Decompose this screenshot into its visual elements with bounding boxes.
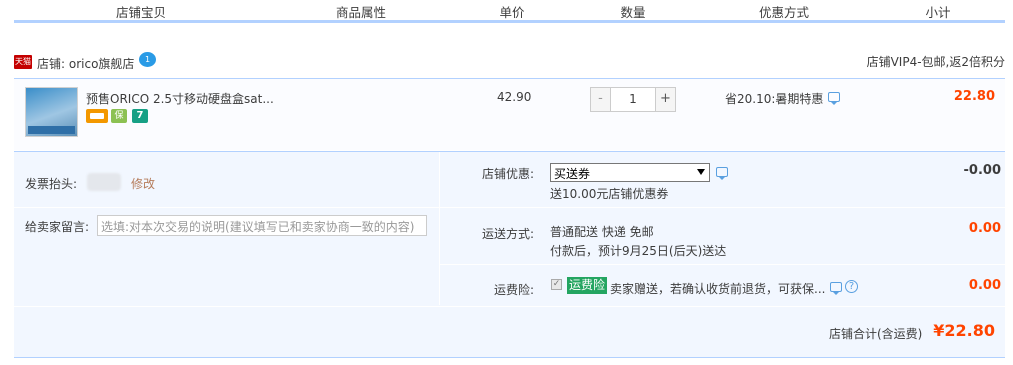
bottom-border [14,357,1005,358]
insurance-label: 运费险: [494,283,535,297]
item-row [14,78,1005,150]
seller-message-input[interactable]: 选填:对本次交易的说明(建议填写已和卖家协商一致的内容) [97,215,427,236]
shop-name-link[interactable]: 店铺: orico旗舰店 [37,55,134,72]
header-divider [452,4,453,16]
shop-discount-selected: 买送券 [554,167,591,181]
shop-discount-amount: -0.00 [963,163,1001,178]
header-divider [572,4,573,16]
header-divider [270,4,271,16]
row-divider [14,207,439,208]
shipping-amount: 0.00 [968,221,1001,236]
col-attributes: 商品属性 [335,5,387,20]
credit-card-icon[interactable] [86,109,108,123]
chat-icon[interactable]: 1 [139,52,156,67]
quantity-decrease-button[interactable]: - [591,88,611,111]
col-subtotal: 小计 [925,5,951,20]
invoice-label: 发票抬头: [25,177,78,191]
shipping-method: 普通配送 快递 免邮 [550,225,654,239]
promotion-info-icon[interactable] [828,92,840,105]
quantity-input[interactable]: 1 [611,88,655,111]
invoice-title-value [87,173,121,191]
item-subtotal: 22.80 [953,89,995,104]
invoice-edit-link[interactable]: 修改 [131,175,155,192]
col-promotion: 优惠方式 [758,5,810,20]
col-shop-item: 店铺宝贝 [115,5,167,20]
col-unit-price: 单价 [499,5,525,20]
row-divider [440,264,1005,265]
quantity-increase-button[interactable]: + [655,88,675,111]
options-divider [439,152,440,305]
message-label: 给卖家留言: [25,220,90,234]
seven-day-return-icon[interactable]: 7 [132,109,148,123]
insurance-checkbox[interactable]: ✓ [551,279,562,290]
table-header: 店铺宝贝 商品属性 单价 数量 优惠方式 小计 [0,0,1013,22]
unit-price: 42.90 [497,90,532,104]
header-underline [14,20,1005,23]
shop-discount-note: 送10.00元店铺优惠券 [550,187,669,201]
chevron-down-icon [697,169,705,175]
insurance-text: 卖家赠送，若确认收货前退货，可获保... [610,282,826,296]
col-quantity: 数量 [620,5,646,20]
discount-info-icon[interactable] [716,167,728,180]
help-icon[interactable]: ? [845,280,858,293]
shop-discount-label: 店铺优惠: [482,167,535,181]
product-thumbnail-strip [28,126,75,134]
product-title-link[interactable]: 预售ORICO 2.5寸移动硬盘盒sat... [86,90,274,107]
quantity-stepper: - 1 + [590,87,676,112]
tmall-logo-icon: 天猫 [14,55,32,69]
shop-total-label: 店铺合计(含运费) [829,327,923,341]
insurance-chat-icon[interactable] [830,282,842,295]
row-divider [440,207,1005,208]
shop-vip-text: 店铺VIP4-包邮,返2倍积分 [866,55,1005,69]
shop-total-amount: ¥22.80 [933,321,995,340]
shipping-eta: 付款后，预计9月25日(后天)送达 [550,244,727,258]
insurance-amount: 0.00 [968,278,1001,293]
shipping-label: 运送方式: [482,227,535,241]
guarantee-icon[interactable]: 保 [111,109,127,123]
insurance-tag: 运费险 [567,277,608,294]
shop-discount-select[interactable]: 买送券 [550,163,710,182]
promotion-text: 省20.10:暑期特惠 [725,92,824,106]
